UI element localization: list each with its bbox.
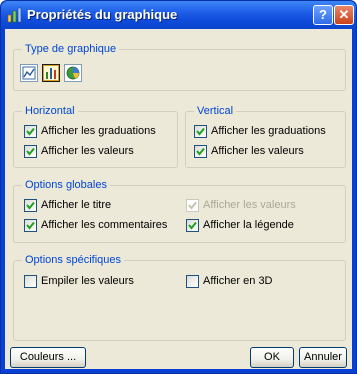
chart-app-icon [7, 7, 22, 23]
dialog-body: Type de graphique Horizontal Afficher le… [5, 29, 352, 369]
help-button[interactable]: ? [313, 5, 333, 25]
checkbox-checked[interactable] [24, 145, 37, 158]
bar-chart-icon [46, 68, 56, 79]
specific-options-group: Options spécifiques Empiler les valeurs … [13, 254, 346, 341]
global-options-group: Options globales Afficher le titre Affic… [13, 179, 346, 243]
chart-type-group-label: Type de graphique [22, 43, 120, 56]
checkbox-label: Afficher la légende [203, 219, 294, 231]
checkbox-label: Afficher les valeurs [211, 145, 304, 157]
checkbox-checked-disabled [186, 199, 199, 212]
properties-dialog: Propriétés du graphique ? ✕ Type de grap… [0, 0, 357, 374]
colors-button[interactable]: Couleurs ... [10, 347, 86, 368]
checkbox-label: Afficher les graduations [41, 125, 156, 137]
checkbox-checked[interactable] [24, 199, 37, 212]
window-title: Propriétés du graphique [27, 7, 178, 22]
checkbox-checked[interactable] [194, 145, 207, 158]
cancel-button[interactable]: Annuler [299, 347, 347, 368]
title-bar[interactable]: Propriétés du graphique ? ✕ [1, 1, 356, 29]
vertical-group-label: Vertical [194, 105, 237, 118]
checkbox-checked[interactable] [186, 219, 199, 232]
line-chart-icon [22, 66, 36, 80]
checkbox-label: Afficher les commentaires [41, 219, 168, 231]
specific-options-group-label: Options spécifiques [22, 254, 124, 267]
checkbox-unchecked[interactable] [186, 275, 199, 288]
checkbox-checked[interactable] [24, 219, 37, 232]
bar-chart-type-button[interactable] [42, 64, 60, 82]
chart-type-group: Type de graphique [13, 43, 346, 91]
checkbox-unchecked[interactable] [24, 275, 37, 288]
checkbox-label: Empiler les valeurs [41, 275, 134, 287]
checkbox-label: Afficher les valeurs [41, 145, 134, 157]
ok-button[interactable]: OK [250, 347, 294, 368]
close-button[interactable]: ✕ [334, 5, 354, 25]
checkbox-label: Afficher les valeurs [203, 199, 296, 211]
checkbox-checked[interactable] [194, 125, 207, 138]
global-options-group-label: Options globales [22, 179, 110, 192]
help-icon: ? [319, 7, 327, 22]
horizontal-group-label: Horizontal [22, 105, 78, 118]
checkbox-label: Afficher le titre [41, 199, 112, 211]
checkbox-checked[interactable] [24, 125, 37, 138]
line-chart-type-button[interactable] [20, 64, 38, 82]
horizontal-group: Horizontal Afficher les graduations Affi… [13, 105, 178, 168]
vertical-group: Vertical Afficher les graduations Affich… [185, 105, 346, 168]
pie-chart-icon [66, 66, 80, 80]
checkbox-label: Afficher les graduations [211, 125, 326, 137]
checkbox-label: Afficher en 3D [203, 275, 273, 287]
pie-chart-type-button[interactable] [64, 64, 82, 82]
close-icon: ✕ [338, 7, 350, 22]
